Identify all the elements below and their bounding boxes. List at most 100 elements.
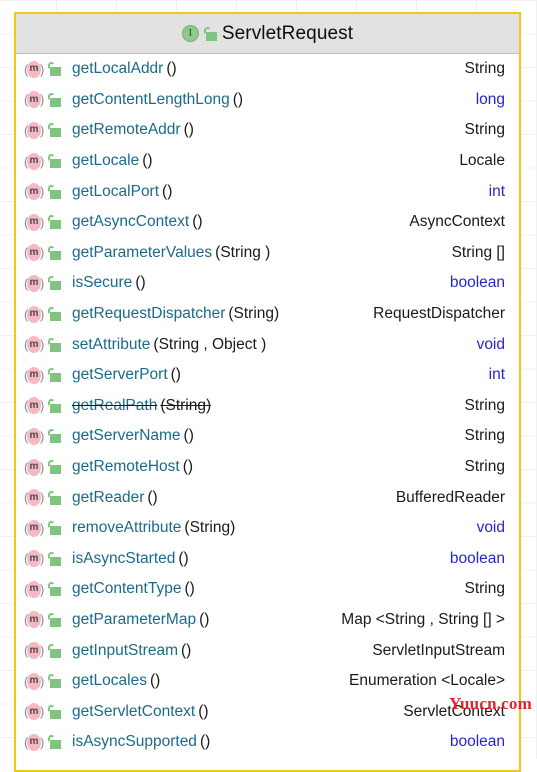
member-row[interactable]: (m) getLocalAddr() String [16, 54, 519, 85]
member-name: getServerName [72, 427, 181, 445]
member-name: getLocales [72, 672, 147, 690]
member-row[interactable]: (m) removeAttribute(String) void [16, 512, 519, 544]
member-name: getParameterValues [72, 243, 213, 261]
member-row[interactable]: (m) isSecure() boolean [16, 268, 519, 299]
member-signature: getRemoteAddr() [72, 121, 194, 139]
method-icon: (m) [24, 121, 44, 139]
public-modifier-icon [48, 643, 61, 658]
method-icon: (m) [24, 213, 44, 231]
member-row[interactable]: (m) getLocale() Locale [16, 145, 519, 177]
method-icon-letter: m [27, 672, 41, 690]
member-name: getServerPort [72, 366, 168, 384]
method-icon-letter: m [27, 733, 41, 751]
method-icon: (m) [24, 489, 44, 507]
member-name: getRequestDispatcher [72, 305, 226, 323]
member-row[interactable]: (m) getLocales() Enumeration <Locale> [16, 665, 519, 697]
method-icon-letter: m [27, 642, 41, 660]
member-return-type: long [475, 90, 505, 108]
member-icons: (m) [24, 580, 61, 598]
member-params: () [170, 366, 181, 384]
public-modifier-icon [48, 612, 61, 627]
member-name: getRemoteAddr [72, 121, 181, 139]
member-signature: getLocale() [72, 152, 153, 170]
public-modifier-icon [48, 460, 61, 475]
member-row[interactable]: (m) getAsyncContext() AsyncContext [16, 206, 519, 238]
member-icons: (m) [24, 703, 61, 721]
member-params: () [180, 641, 192, 659]
member-return-type: String [464, 396, 506, 414]
method-icon-letter: m [27, 121, 41, 139]
member-params: () [135, 274, 146, 292]
member-row[interactable]: (m) getServerName() String [16, 421, 519, 452]
member-return-type: String [464, 60, 506, 78]
method-icon: (m) [24, 519, 44, 537]
members-popup: I ServletRequest (m)getLocalAddr()String… [14, 12, 521, 772]
method-icon-letter: m [27, 305, 41, 323]
member-params: () [199, 610, 210, 628]
member-row[interactable]: (m) getRemoteAddr() String [16, 115, 519, 146]
member-row[interactable]: (m) getRemoteHost() String [16, 451, 519, 483]
member-signature: getParameterValues (String ) [72, 244, 270, 262]
member-icons: (m) [24, 733, 61, 751]
member-row[interactable]: (m) getRealPath(String) String [16, 390, 519, 422]
public-modifier-icon [48, 398, 61, 413]
member-name: removeAttribute [72, 519, 182, 537]
method-icon-letter: m [27, 183, 41, 201]
member-row[interactable]: (m) getContentLengthLong() long [16, 84, 519, 116]
public-modifier-icon [48, 582, 61, 597]
member-signature: getRemoteHost() [72, 458, 193, 476]
member-row[interactable]: (m) getParameterMap() Map <String , String… [16, 604, 519, 636]
public-modifier-icon [48, 429, 61, 444]
member-row[interactable]: (m) getContentType() String [16, 574, 519, 605]
member-signature: setAttribute (String , Object ) [72, 336, 266, 354]
member-signature: getLocalAddr() [72, 60, 177, 78]
member-params: () [183, 427, 194, 445]
member-row[interactable]: (m) isAsyncSupported() boolean [16, 727, 519, 758]
popup-title: ServletRequest [221, 22, 354, 44]
public-modifier-icon [48, 337, 61, 352]
member-signature: getServerPort() [72, 366, 181, 384]
member-params: () [166, 60, 177, 78]
member-return-type: int [488, 366, 505, 384]
member-signature: getLocales() [72, 672, 160, 690]
member-return-type: boolean [449, 274, 505, 292]
member-icons: (m) [24, 244, 61, 262]
member-signature: getContentType() [72, 580, 195, 598]
public-modifier-icon [48, 276, 61, 291]
method-icon: (m) [24, 611, 44, 629]
member-signature: getContentLengthLong() [72, 91, 243, 109]
member-row[interactable]: (m) getServerPort() int [16, 359, 519, 391]
public-modifier-icon [48, 123, 61, 138]
member-icons: (m) [24, 366, 61, 384]
method-icon-letter: m [27, 458, 41, 476]
member-icons: (m) [24, 91, 61, 109]
member-row[interactable]: (m) getRequestDispatcher(String) RequestDi… [16, 298, 519, 330]
member-row[interactable]: (m) getLocalPort() int [16, 176, 519, 207]
method-icon: (m) [24, 397, 44, 415]
member-signature: getAsyncContext() [72, 213, 203, 231]
member-params: () [142, 152, 153, 170]
method-icon-letter: m [27, 550, 41, 568]
member-icons: (m) [24, 152, 61, 170]
member-params: () [184, 580, 195, 598]
member-row[interactable]: (m) getServletContext() ServletContext [16, 696, 519, 728]
method-icon: (m) [24, 703, 44, 721]
member-row[interactable]: (m) getParameterValues(String ) String [] [16, 237, 519, 269]
public-modifier-icon [48, 154, 61, 169]
method-icon-letter: m [27, 366, 41, 384]
member-icons: (m) [24, 550, 61, 568]
member-params: (String ) [215, 243, 271, 261]
member-icons: (m) [24, 397, 61, 415]
method-icon-letter: m [27, 91, 41, 109]
member-return-type: AsyncContext [409, 213, 505, 231]
member-icons: (m) [24, 427, 61, 445]
member-row[interactable]: (m) getInputStream() ServletInputStream [16, 635, 519, 666]
method-icon-letter: m [27, 519, 41, 537]
member-row[interactable]: (m) getReader() BufferedReader [16, 482, 519, 513]
member-signature: isAsyncSupported() [72, 733, 210, 751]
member-row[interactable]: (m) setAttribute(String , Object ) void [16, 329, 519, 360]
member-params: () [178, 549, 189, 567]
method-icon: (m) [24, 305, 44, 323]
member-signature: getReader() [72, 489, 158, 507]
member-row[interactable]: (m) isAsyncStarted() boolean [16, 543, 519, 575]
